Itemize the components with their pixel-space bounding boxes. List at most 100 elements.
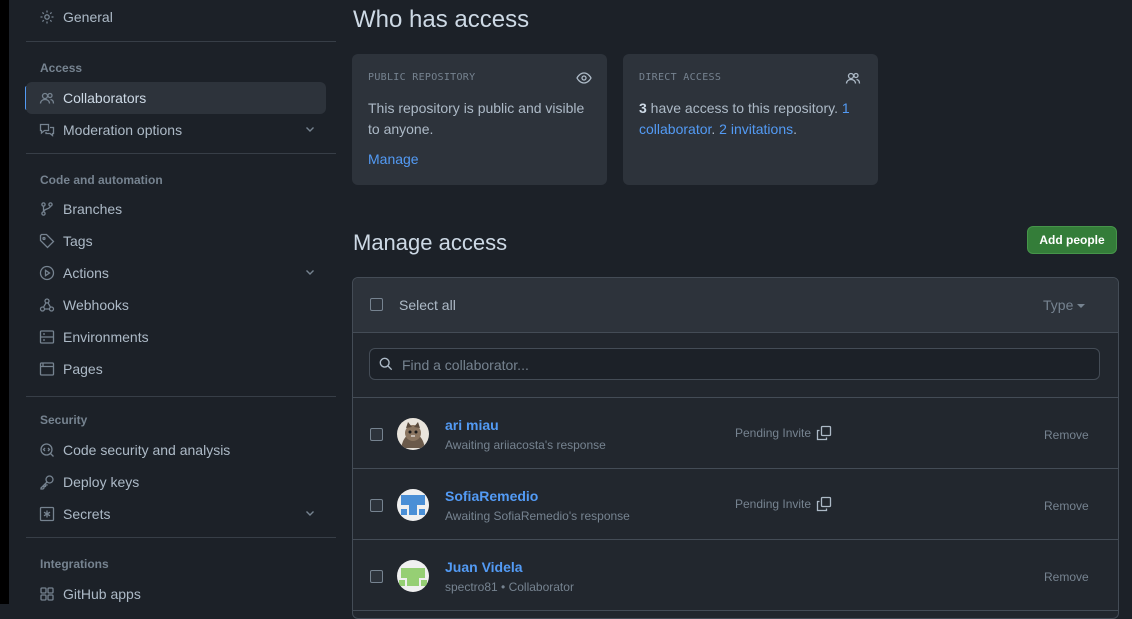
remove-button[interactable]: Remove	[1044, 428, 1089, 442]
direct-access-card: DIRECT ACCESS 3 have access to this repo…	[623, 54, 878, 185]
tag-icon	[39, 233, 55, 249]
play-icon	[39, 265, 55, 281]
apps-icon	[39, 586, 55, 602]
search-input[interactable]	[400, 349, 1094, 381]
select-all-label[interactable]: Select all	[399, 297, 456, 313]
pending-invite: Pending Invite	[735, 496, 832, 512]
chevron-down-icon[interactable]	[304, 266, 316, 278]
pending-label: Pending Invite	[735, 426, 812, 440]
manage-link[interactable]: Manage	[368, 149, 419, 170]
who-has-access-heading: Who has access	[353, 6, 530, 33]
divider	[26, 396, 336, 397]
copy-icon[interactable]	[816, 496, 832, 512]
section-access: Access	[40, 61, 83, 75]
pending-invite: Pending Invite	[735, 425, 832, 441]
type-filter-label: Type	[1043, 297, 1074, 313]
add-people-button[interactable]: Add people	[1027, 226, 1117, 254]
chevron-down-icon[interactable]	[304, 507, 316, 519]
sidebar-item-label: Webhooks	[63, 297, 129, 313]
public-description: This repository is public and visible to…	[368, 100, 585, 137]
main-content: Who has access PUBLIC REPOSITORY This re…	[337, 0, 1132, 619]
card-label: PUBLIC REPOSITORY	[368, 72, 476, 83]
remove-button[interactable]: Remove	[1044, 570, 1089, 584]
sidebar-item-label: Collaborators	[63, 90, 147, 106]
caret-down-icon	[1077, 304, 1086, 309]
browser-icon	[39, 361, 55, 377]
sidebar-item-collaborators[interactable]: Collaborators	[26, 82, 326, 114]
member-name[interactable]: ari miau	[445, 417, 499, 433]
sidebar-item-general[interactable]: General	[26, 1, 326, 33]
period: .	[793, 121, 797, 137]
server-icon	[39, 329, 55, 345]
key-icon	[39, 474, 55, 490]
sidebar-item-label: Branches	[63, 201, 123, 217]
divider	[26, 41, 336, 42]
search-icon	[379, 357, 393, 371]
row-checkbox[interactable]	[370, 428, 383, 441]
table-row: SofiaRemedio Awaiting SofiaRemedio's res…	[353, 469, 1118, 540]
sidebar-item-github-apps[interactable]: GitHub apps	[26, 578, 326, 610]
sidebar-item-label: Pages	[63, 361, 103, 377]
section-integrations: Integrations	[40, 557, 109, 571]
sidebar-item-label: Moderation options	[63, 122, 183, 138]
left-edge	[0, 0, 9, 604]
webhook-icon	[39, 297, 55, 313]
invitations-link[interactable]: 2 invitations	[719, 121, 793, 137]
sidebar-item-tags[interactable]: Tags	[26, 225, 326, 257]
sidebar-item-code-security[interactable]: Code security and analysis	[26, 434, 326, 466]
sidebar-item-pages[interactable]: Pages	[26, 353, 326, 385]
table-row: Juan Videla spectro81 • Collaborator Rem…	[353, 540, 1118, 611]
section-security: Security	[40, 413, 88, 427]
sidebar-item-label: Actions	[63, 265, 109, 281]
sidebar-item-label: Deploy keys	[63, 474, 140, 490]
people-icon	[39, 90, 55, 106]
avatar[interactable]	[397, 560, 429, 592]
sidebar-item-environments[interactable]: Environments	[26, 321, 326, 353]
row-checkbox[interactable]	[370, 499, 383, 512]
collaborator-search	[369, 348, 1100, 381]
type-filter-dropdown[interactable]: Type	[1043, 297, 1086, 313]
member-subtitle: Awaiting SofiaRemedio's response	[445, 509, 630, 523]
sidebar-item-label: General	[63, 9, 113, 25]
divider	[26, 537, 336, 538]
access-count: 3	[639, 100, 647, 116]
member-name[interactable]: Juan Videla	[445, 559, 523, 575]
collaborators-list: Select all Type ari miau Awaiting ariiac…	[352, 277, 1119, 619]
card-text: 3 have access to this repository. 1 coll…	[639, 98, 869, 140]
eye-icon	[576, 72, 592, 84]
git-branch-icon	[39, 201, 55, 217]
card-text: This repository is public and visible to…	[368, 98, 598, 170]
card-label: DIRECT ACCESS	[639, 72, 722, 83]
member-subtitle: spectro81 • Collaborator	[445, 580, 574, 594]
sidebar-item-actions[interactable]: Actions	[26, 257, 326, 289]
section-code-automation: Code and automation	[40, 173, 163, 187]
settings-sidebar: General Access Collaborators Moderation …	[9, 0, 337, 604]
sidebar-item-deploy-keys[interactable]: Deploy keys	[26, 466, 326, 498]
sidebar-item-webhooks[interactable]: Webhooks	[26, 289, 326, 321]
sidebar-item-moderation-options[interactable]: Moderation options	[26, 114, 326, 146]
avatar[interactable]	[397, 418, 429, 450]
comment-discussion-icon	[39, 122, 55, 138]
sidebar-item-label: Secrets	[63, 506, 111, 522]
select-all-checkbox[interactable]	[370, 298, 383, 311]
sidebar-item-label: Code security and analysis	[63, 442, 231, 458]
table-row: ari miau Awaiting ariiacosta's response …	[353, 398, 1118, 469]
remove-button[interactable]: Remove	[1044, 499, 1089, 513]
member-name[interactable]: SofiaRemedio	[445, 488, 538, 504]
member-subtitle: Awaiting ariiacosta's response	[445, 438, 606, 452]
sidebar-item-secrets[interactable]: Secrets	[26, 498, 326, 530]
avatar[interactable]	[397, 489, 429, 521]
separator: .	[711, 121, 720, 137]
people-icon	[845, 72, 861, 84]
gear-icon	[39, 9, 55, 25]
row-checkbox[interactable]	[370, 570, 383, 583]
sidebar-item-label: Tags	[63, 233, 93, 249]
manage-access-heading: Manage access	[353, 230, 508, 255]
sidebar-item-branches[interactable]: Branches	[26, 193, 326, 225]
pending-label: Pending Invite	[735, 497, 812, 511]
copy-icon[interactable]	[816, 425, 832, 441]
asterisk-icon	[39, 506, 55, 522]
divider	[26, 153, 336, 154]
chevron-down-icon[interactable]	[304, 123, 316, 135]
access-text: have access to this repository.	[646, 100, 842, 116]
